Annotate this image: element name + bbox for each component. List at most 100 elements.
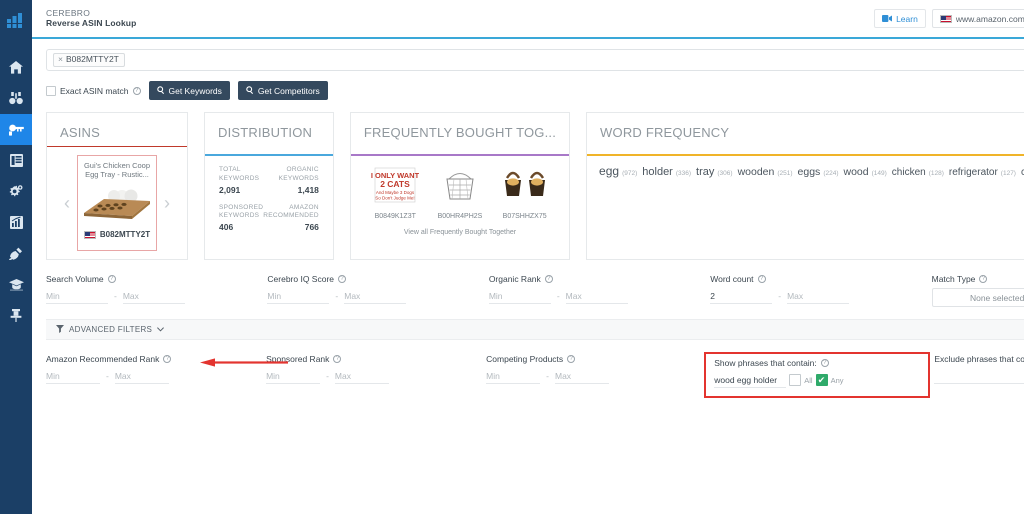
help-icon[interactable]: ?: [821, 359, 829, 367]
word-count-min-input[interactable]: [710, 288, 772, 304]
chart-growth-icon: [10, 216, 23, 229]
satellite-icon: [9, 247, 23, 260]
sidebar-item-product-research[interactable]: [0, 83, 32, 114]
help-icon[interactable]: ?: [758, 275, 766, 283]
asin-token-label: B082MTTY2T: [66, 55, 119, 64]
card-fbt-title: FREQUENTLY BOUGHT TOG...: [351, 113, 569, 154]
filter-cerebro-iq-score: Cerebro IQ Score ? -: [267, 274, 488, 307]
bar-chart-logo-icon[interactable]: [0, 0, 32, 40]
asin-product-card[interactable]: Gui's Chicken Coop Egg Tray - Rustic...: [77, 155, 157, 251]
learn-button[interactable]: Learn: [874, 9, 926, 28]
help-icon[interactable]: ?: [338, 275, 346, 283]
organic-rank-min-input[interactable]: [489, 288, 551, 304]
get-competitors-label: Get Competitors: [258, 86, 320, 96]
exact-asin-checkbox[interactable]: [46, 86, 56, 96]
filter-label: Match Type ?: [932, 274, 1024, 284]
word-cloud[interactable]: egg(972)holder(336)tray(306)wooden(251)e…: [599, 164, 1024, 183]
search-volume-min-input[interactable]: [46, 288, 108, 304]
sidebar-item-keyword-research[interactable]: [0, 114, 32, 145]
get-competitors-button[interactable]: Get Competitors: [238, 81, 328, 100]
sponsored-rank-max-input[interactable]: [335, 368, 389, 384]
stat-value: 766: [263, 222, 319, 232]
filter-search-volume: Search Volume ? -: [46, 274, 267, 307]
help-icon[interactable]: ?: [133, 87, 141, 95]
stat-value: 1,418: [263, 185, 319, 195]
exact-asin-label: Exact ASIN match: [60, 86, 129, 96]
show-phrases-input[interactable]: [714, 372, 786, 388]
help-icon[interactable]: ?: [108, 275, 116, 283]
show-phrases-any-checkbox[interactable]: ✔: [816, 374, 828, 386]
get-keywords-button[interactable]: Get Keywords: [149, 81, 230, 100]
fbt-item[interactable]: I ONLY WANT 2 CATS And Maybe 3 Dogs So D…: [364, 166, 426, 220]
word-cloud-word[interactable]: chicken: [892, 167, 926, 178]
filter-label-text: Word count: [710, 274, 753, 284]
sponsored-rank-min-input[interactable]: [266, 368, 320, 384]
word-cloud-word[interactable]: wood: [844, 166, 869, 178]
sidebar-item-pinned[interactable]: [0, 300, 32, 331]
fbt-asin: B07SHHZX75: [494, 213, 556, 220]
svg-text:2 CATS: 2 CATS: [380, 179, 410, 189]
cerebro-iq-min-input[interactable]: [267, 288, 329, 304]
exclude-phrases-input[interactable]: [934, 368, 1024, 384]
view-all-fbt-link[interactable]: View all Frequently Bought Together: [363, 229, 557, 236]
competing-products-max-input[interactable]: [555, 368, 609, 384]
sidebar-item-operations[interactable]: [0, 176, 32, 207]
card-distribution: DISTRIBUTION TOTAL KEYWORDS 2,091 ORGANI…: [204, 112, 334, 260]
listing-icon: [10, 154, 23, 167]
check-icon: ✔: [818, 375, 826, 386]
cerebro-iq-max-input[interactable]: [344, 288, 406, 304]
word-cloud-word[interactable]: refrigerator: [949, 167, 998, 178]
word-cloud-count: (306): [717, 170, 732, 177]
amazon-recommended-rank-min-input[interactable]: [46, 368, 100, 384]
card-asins: ASINS ‹ Gui's Chicken Coop Egg Tray - Ru…: [46, 112, 188, 260]
sidebar-item-academy[interactable]: [0, 269, 32, 300]
sidebar-item-listing-optimization[interactable]: [0, 145, 32, 176]
asin-prev-arrow[interactable]: ‹: [59, 193, 75, 214]
word-cloud-word[interactable]: eggs: [798, 166, 821, 178]
help-icon[interactable]: ?: [545, 275, 553, 283]
advanced-filters-label: ADVANCED FILTERS: [69, 325, 152, 334]
word-cloud-word[interactable]: holder: [642, 166, 673, 178]
filter-label: Competing Products ?: [486, 354, 692, 364]
competing-products-min-input[interactable]: [486, 368, 540, 384]
stat-organic-keywords: ORGANIC KEYWORDS 1,418: [263, 166, 319, 195]
word-cloud-word[interactable]: wooden: [738, 166, 775, 178]
asin-next-arrow[interactable]: ›: [159, 193, 175, 214]
advanced-filters-bar[interactable]: ADVANCED FILTERS: [46, 319, 1024, 340]
match-type-value: None selected: [970, 293, 1024, 303]
amazon-recommended-rank-max-input[interactable]: [115, 368, 169, 384]
show-phrases-all-checkbox[interactable]: [789, 374, 801, 386]
marketplace-select[interactable]: www.amazon.com: [932, 9, 1024, 28]
egg-tray-thumbnail: [78, 185, 156, 226]
basic-filters: Search Volume ? - Cerebro IQ Score ? -: [32, 260, 1024, 307]
fbt-item[interactable]: B00HR4PH2S: [429, 166, 491, 220]
word-count-max-input[interactable]: [787, 288, 849, 304]
asin-input[interactable]: × B082MTTY2T: [46, 49, 1024, 71]
egg-baskets-thumb: [494, 166, 556, 209]
stat-value: 2,091: [219, 185, 263, 195]
sidebar-item-analytics[interactable]: [0, 207, 32, 238]
help-icon[interactable]: ?: [333, 355, 341, 363]
filter-label-text: Match Type: [932, 274, 976, 284]
filter-label-text: Organic Rank: [489, 274, 541, 284]
stat-amazon-recommended: AMAZON RECOMMENDED 766: [263, 204, 319, 233]
help-icon[interactable]: ?: [163, 355, 171, 363]
asin-token[interactable]: × B082MTTY2T: [53, 53, 125, 67]
match-type-select[interactable]: None selected: [932, 288, 1024, 307]
word-cloud-word[interactable]: tray: [696, 166, 714, 178]
word-cloud-count: (149): [872, 170, 887, 177]
sidebar-item-home[interactable]: [0, 52, 32, 83]
summary-cards: ASINS ‹ Gui's Chicken Coop Egg Tray - Ru…: [32, 100, 1024, 260]
exact-asin-match[interactable]: Exact ASIN match ?: [46, 86, 141, 96]
sidebar-item-market-intelligence[interactable]: [0, 238, 32, 269]
help-icon[interactable]: ?: [567, 355, 575, 363]
remove-token-icon[interactable]: ×: [58, 55, 63, 64]
help-icon[interactable]: ?: [979, 275, 987, 283]
advanced-filters-toggle[interactable]: ADVANCED FILTERS: [56, 325, 164, 335]
card-fbt-body: I ONLY WANT 2 CATS And Maybe 3 Dogs So D…: [351, 156, 569, 259]
word-cloud-count: (336): [676, 170, 691, 177]
organic-rank-max-input[interactable]: [566, 288, 628, 304]
fbt-item[interactable]: B07SHHZX75: [494, 166, 556, 220]
word-cloud-word[interactable]: egg: [599, 164, 619, 178]
search-volume-max-input[interactable]: [123, 288, 185, 304]
